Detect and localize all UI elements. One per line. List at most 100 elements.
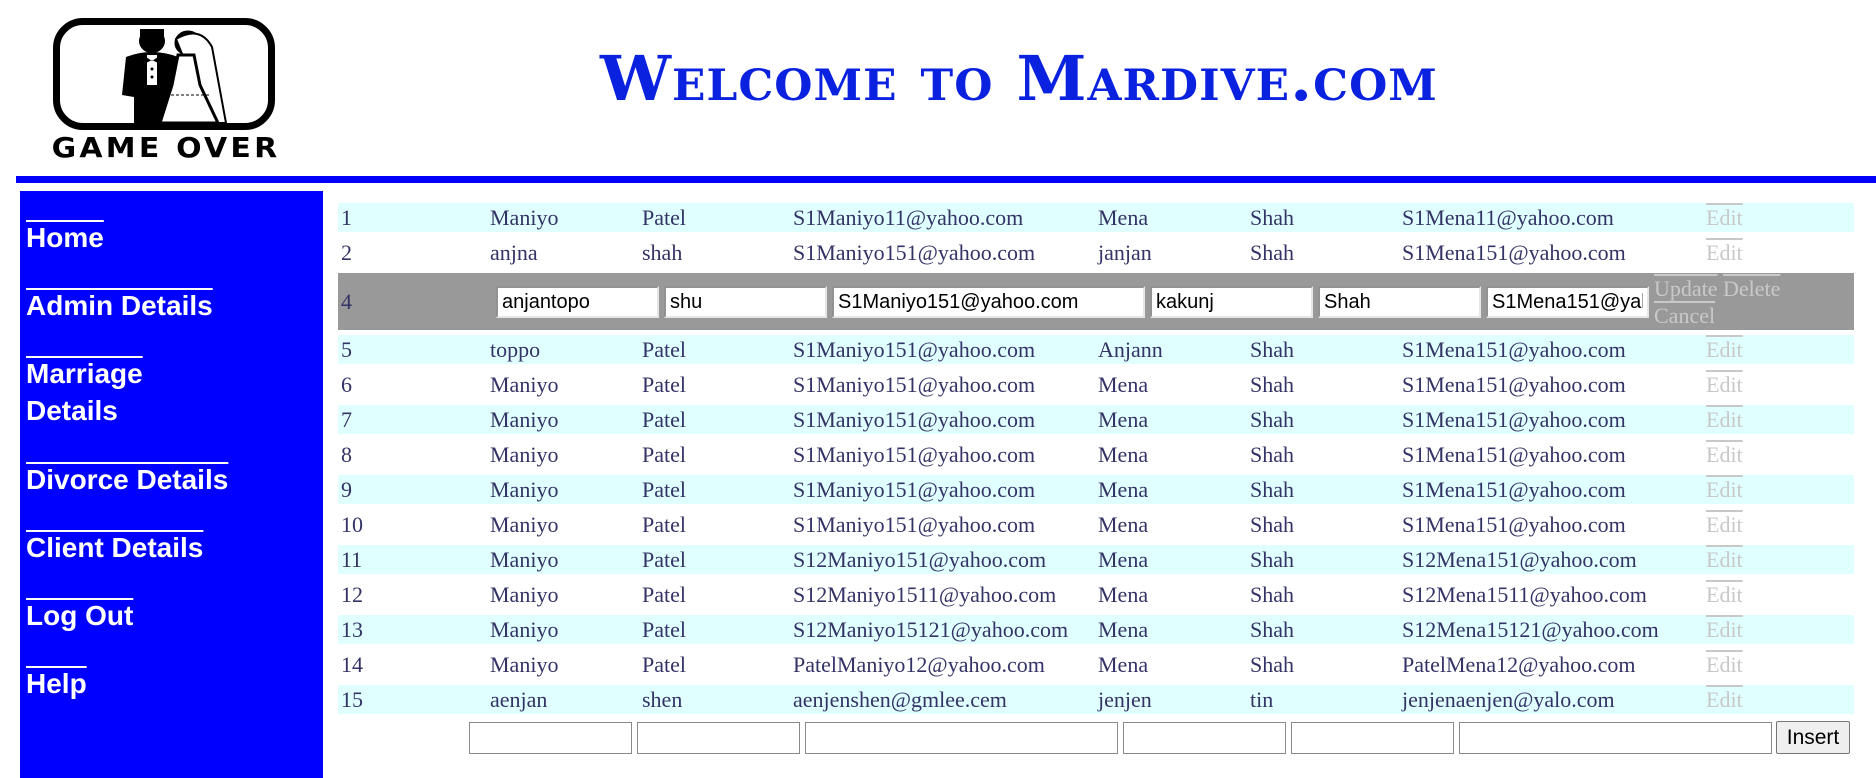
cell-last-name2: Shah	[1250, 582, 1294, 607]
table-row: 2 anjna shah S1Maniyo151@yahoo.com janjan Sha…	[338, 238, 1854, 267]
insert-last-name2-input[interactable]	[1291, 722, 1454, 754]
cell-email2: S12Mena1511@yahoo.com	[1402, 582, 1647, 607]
cell-first-name2: Mena	[1098, 617, 1149, 642]
cell-email2: S1Mena151@yahoo.com	[1402, 512, 1626, 537]
update-link[interactable]: Update	[1654, 276, 1718, 301]
cell-last-name2: Shah	[1250, 652, 1294, 677]
cell-first-name2: janjan	[1098, 240, 1152, 265]
table-row: 8 Maniyo Patel S1Maniyo151@yahoo.com Mena Sha…	[338, 440, 1854, 469]
sidebar-item-client-details[interactable]: Client Details	[26, 529, 203, 567]
insert-first-name2-input[interactable]	[1123, 722, 1286, 754]
cell-id: 11	[341, 547, 363, 572]
cell-email: S12Maniyo1511@yahoo.com	[793, 582, 1057, 607]
edit-email-input[interactable]	[832, 286, 1145, 318]
cell-id: 2	[341, 240, 352, 265]
sidebar-item-marriage-details[interactable]: Marriage	[26, 355, 143, 393]
edit-link[interactable]: Edit	[1706, 615, 1743, 644]
insert-last-name-input[interactable]	[637, 722, 800, 754]
header-divider	[16, 176, 1876, 183]
table-row: 15 aenjan shen aenjenshen@gmlee.cem jenjen ti…	[338, 685, 1854, 714]
cell-first-name: toppo	[490, 337, 541, 362]
cell-first-name: aenjan	[490, 687, 548, 712]
table-row: 9 Maniyo Patel S1Maniyo151@yahoo.com Mena Sha…	[338, 475, 1854, 504]
cell-first-name2: Anjann	[1098, 337, 1163, 362]
edit-link[interactable]: Edit	[1706, 685, 1743, 714]
cell-email: S1Maniyo151@yahoo.com	[793, 442, 1036, 467]
sidebar-item-marriage-details-line2[interactable]: Details	[26, 392, 118, 430]
cell-id: 7	[341, 407, 352, 432]
cell-id: 15	[341, 687, 363, 712]
delete-link[interactable]: Delete	[1723, 276, 1780, 301]
table-row: 10 Maniyo Patel S1Maniyo151@yahoo.com Mena Sh…	[338, 510, 1854, 539]
sidebar-item-help[interactable]: Help	[26, 665, 87, 703]
cell-email2: jenjenaenjen@yalo.com	[1402, 687, 1615, 712]
edit-link[interactable]: Edit	[1706, 440, 1743, 469]
cell-last-name: Patel	[642, 477, 686, 502]
edit-email2-input[interactable]	[1486, 286, 1649, 318]
cell-id: 4	[341, 289, 352, 314]
cell-email2: S12Mena151@yahoo.com	[1402, 547, 1637, 572]
sidebar-item-home[interactable]: Home	[26, 219, 104, 257]
cell-email: PatelManiyo12@yahoo.com	[793, 652, 1045, 677]
sidebar-item-admin-details[interactable]: Admin Details	[26, 287, 213, 325]
edit-last-name-input[interactable]	[664, 286, 827, 318]
cell-last-name2: Shah	[1250, 240, 1294, 265]
cell-email: S1Maniyo151@yahoo.com	[793, 337, 1036, 362]
cell-first-name: Maniyo	[490, 617, 559, 642]
edit-link[interactable]: Edit	[1706, 650, 1743, 679]
cell-first-name: Maniyo	[490, 547, 559, 572]
edit-first-name-input[interactable]	[496, 286, 659, 318]
cell-first-name: anjna	[490, 240, 538, 265]
sidebar-item-divorce-details[interactable]: Divorce Details	[26, 461, 228, 499]
table-row: 7 Maniyo Patel S1Maniyo151@yahoo.com Mena Sha…	[338, 405, 1854, 434]
cell-first-name: Maniyo	[490, 477, 559, 502]
cell-first-name2: Mena	[1098, 442, 1149, 467]
insert-email-input[interactable]	[805, 722, 1118, 754]
edit-last-name2-input[interactable]	[1318, 286, 1481, 318]
edit-link[interactable]: Edit	[1706, 238, 1743, 267]
cell-first-name2: Mena	[1098, 407, 1149, 432]
cell-first-name: Maniyo	[490, 582, 559, 607]
edit-link[interactable]: Edit	[1706, 203, 1743, 232]
cell-id: 8	[341, 442, 352, 467]
cell-id: 5	[341, 337, 352, 362]
cell-email2: S12Mena15121@yahoo.com	[1402, 617, 1659, 642]
cell-email: S1Maniyo151@yahoo.com	[793, 372, 1036, 397]
cell-id: 14	[341, 652, 363, 677]
table-row-editing: 4 Update Delete Cancel	[338, 273, 1854, 330]
insert-email2-input[interactable]	[1459, 722, 1772, 754]
edit-link[interactable]: Edit	[1706, 405, 1743, 434]
insert-first-name-input[interactable]	[469, 722, 632, 754]
cell-id: 1	[341, 205, 352, 230]
cell-first-name2: Mena	[1098, 205, 1149, 230]
table-row: 12 Maniyo Patel S12Maniyo1511@yahoo.com Mena…	[338, 580, 1854, 609]
table-row: 13 Maniyo Patel S12Maniyo15121@yahoo.com Men…	[338, 615, 1854, 644]
cell-first-name: Maniyo	[490, 407, 559, 432]
edit-link[interactable]: Edit	[1706, 370, 1743, 399]
edit-link[interactable]: Edit	[1706, 545, 1743, 574]
edit-link[interactable]: Edit	[1706, 335, 1743, 364]
edit-link[interactable]: Edit	[1706, 580, 1743, 609]
cancel-link[interactable]: Cancel	[1654, 303, 1715, 328]
cell-email: S12Maniyo151@yahoo.com	[793, 547, 1047, 572]
row-actions: Update Delete Cancel	[1654, 275, 1854, 329]
cell-first-name: Maniyo	[490, 372, 559, 397]
cell-id: 12	[341, 582, 363, 607]
cell-last-name: shen	[642, 687, 683, 712]
insert-button[interactable]: Insert	[1776, 721, 1850, 754]
cell-last-name: Patel	[642, 407, 686, 432]
sidebar-item-log-out[interactable]: Log Out	[26, 597, 133, 635]
cell-last-name: shah	[642, 240, 683, 265]
cell-email2: S1Mena151@yahoo.com	[1402, 407, 1626, 432]
edit-first-name2-input[interactable]	[1150, 286, 1313, 318]
cell-last-name2: Shah	[1250, 372, 1294, 397]
cell-last-name2: Shah	[1250, 617, 1294, 642]
cell-email: S1Maniyo151@yahoo.com	[793, 512, 1036, 537]
edit-link[interactable]: Edit	[1706, 510, 1743, 539]
cell-last-name: Patel	[642, 205, 686, 230]
cell-last-name: Patel	[642, 652, 686, 677]
edit-link[interactable]: Edit	[1706, 475, 1743, 504]
cell-email: S1Maniyo151@yahoo.com	[793, 477, 1036, 502]
cell-first-name: Maniyo	[490, 205, 559, 230]
cell-first-name: Maniyo	[490, 512, 559, 537]
